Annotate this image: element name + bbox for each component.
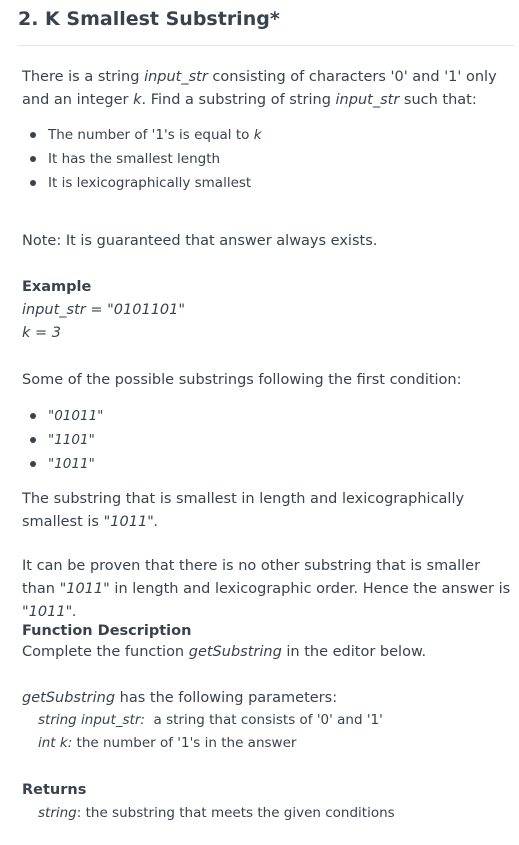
condition-item: The number of '1's is equal to k	[30, 123, 262, 147]
title-divider	[18, 45, 514, 46]
substring-item: "1011"	[30, 452, 103, 476]
param-k: int k: the number of '1's in the answer	[38, 732, 296, 755]
intro-paragraph: There is a string input_str consisting o…	[22, 66, 507, 112]
parameters-intro: getSubstring has the following parameter…	[22, 687, 337, 710]
intro-var-k: k	[133, 92, 142, 108]
smallest-paragraph: The substring that is smallest in length…	[22, 488, 512, 534]
condition-var: k	[253, 127, 262, 143]
smallest-answer: "1011".	[103, 514, 159, 530]
fd-text-2: in the editor below.	[281, 644, 427, 660]
intro-var-str-2: input_str	[335, 92, 400, 108]
params-function-name: getSubstring	[22, 690, 116, 706]
substring-item: "01011"	[30, 404, 103, 428]
condition-text: It is lexicographically smallest	[48, 175, 252, 191]
example-input-str: input_str = "0101101"	[22, 302, 186, 318]
conditions-list: The number of '1's is equal to k It has …	[30, 123, 262, 195]
param-signature: string input_str:	[38, 712, 145, 728]
params-intro-text: has the following parameters:	[115, 690, 338, 706]
intro-text-1: There is a string	[22, 69, 145, 85]
param-description: the number of '1's in the answer	[72, 735, 297, 751]
bullet-icon	[30, 413, 36, 419]
param-signature: int k:	[38, 735, 73, 751]
intro-text-3: . Find a substring of string	[141, 92, 336, 108]
substring-item: "1101"	[30, 428, 103, 452]
returns-text: string: the substring that meets the giv…	[38, 802, 395, 825]
function-description-text: Complete the function getSubstring in th…	[22, 641, 426, 664]
bullet-icon	[30, 437, 36, 443]
example-heading: Example	[22, 279, 92, 295]
condition-text: The number of '1's is equal to	[48, 127, 254, 143]
fd-text-1: Complete the function	[22, 644, 189, 660]
example-k: k = 3	[22, 325, 61, 341]
possible-substrings-text: Some of the possible substrings followin…	[22, 372, 462, 388]
substring-text: "1011"	[48, 456, 95, 472]
function-description-heading: Function Description	[22, 623, 192, 639]
condition-item: It has the smallest length	[30, 147, 262, 171]
proof-answer-2: "1011".	[22, 604, 77, 620]
fd-function-name: getSubstring	[188, 644, 282, 660]
param-input-str: string input_str: a string that consists…	[38, 709, 383, 732]
intro-text-4: such that:	[399, 92, 477, 108]
condition-item: It is lexicographically smallest	[30, 171, 262, 195]
smallest-text: The substring that is smallest in length…	[22, 491, 465, 530]
bullet-icon	[30, 156, 36, 162]
condition-text: It has the smallest length	[48, 151, 221, 167]
bullet-icon	[30, 180, 36, 186]
bullet-icon	[30, 132, 36, 138]
note-text: Note: It is guaranteed that answer alway…	[22, 233, 378, 249]
proof-answer-1: "1011"	[59, 581, 110, 597]
returns-type: string	[38, 805, 77, 821]
substring-text: "1101"	[48, 432, 95, 448]
returns-description: : the substring that meets the given con…	[76, 805, 395, 821]
proof-text-2: in length and lexicographic order. Hence…	[109, 581, 511, 597]
param-description: a string that consists of '0' and '1'	[144, 712, 383, 728]
problem-title: 2. K Smallest Substring*	[18, 8, 280, 30]
intro-var-str: input_str	[144, 69, 208, 85]
bullet-icon	[30, 461, 36, 467]
proof-paragraph: It can be proven that there is no other …	[22, 555, 516, 624]
possible-substrings-list: "01011" "1101" "1011"	[30, 404, 103, 476]
returns-heading: Returns	[22, 782, 87, 798]
substring-text: "01011"	[48, 408, 104, 424]
